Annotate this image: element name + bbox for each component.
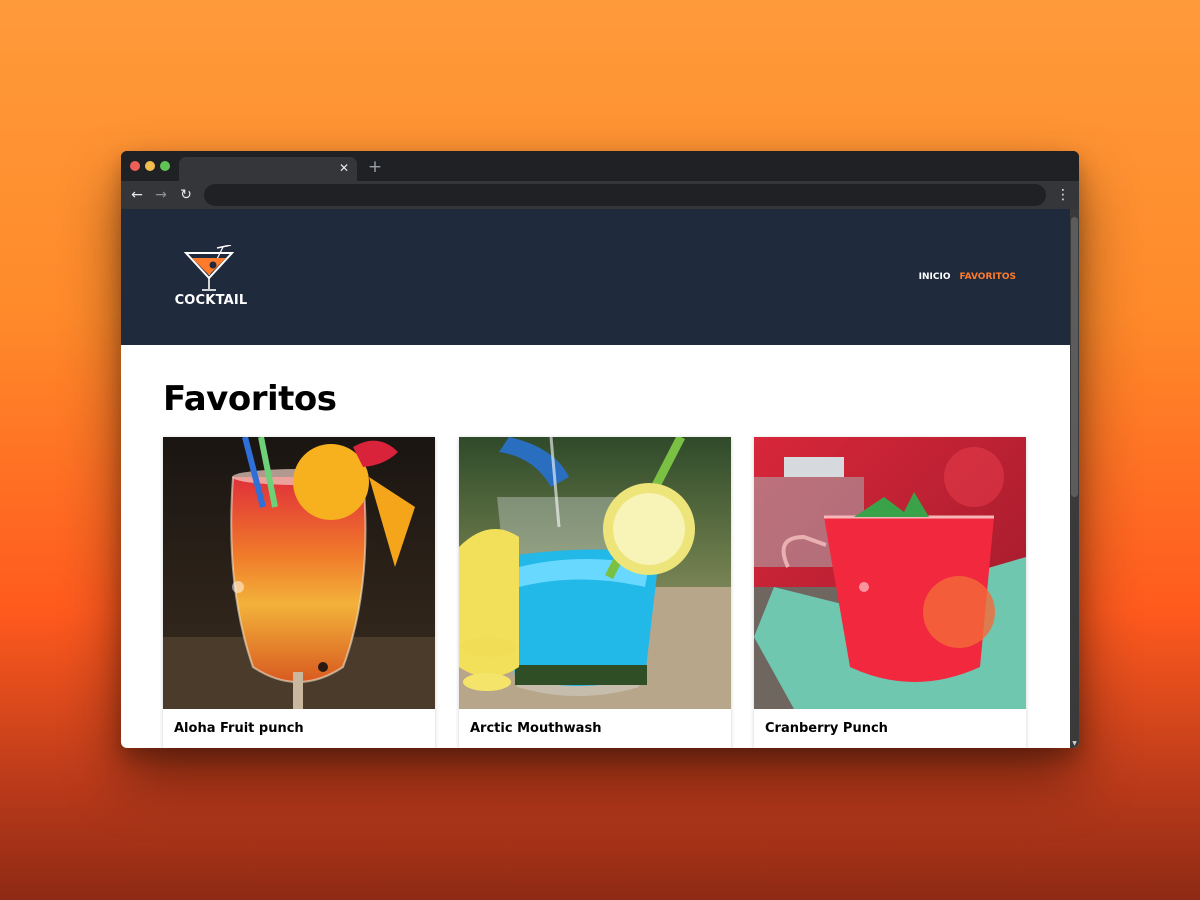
cocktail-card-title[interactable]: Cranberry Punch — [765, 721, 888, 736]
page-scrollbar[interactable]: ▼ — [1070, 209, 1079, 748]
nav-link-favoritos[interactable]: FAVORITOS — [960, 272, 1016, 282]
maximize-window-button[interactable] — [160, 161, 170, 171]
page-viewport: COCKTAIL INICIO FAVORITOS Favoritos Aloh… — [121, 209, 1079, 748]
reload-icon[interactable]: ↻ — [177, 186, 195, 204]
back-arrow-icon[interactable]: ← — [128, 186, 146, 204]
main-nav: INICIO FAVORITOS — [919, 272, 1016, 282]
address-bar[interactable] — [204, 184, 1046, 206]
martini-glass-icon — [183, 244, 235, 291]
favorites-grid: Aloha Fruit punch Arctic Mouthwash Cranb… — [163, 437, 1027, 748]
site-header: COCKTAIL INICIO FAVORITOS — [121, 209, 1070, 345]
forward-arrow-icon[interactable]: → — [152, 186, 170, 204]
browser-window: ✕ + ← → ↻ ⋮ COCKTAIL INICIO FAVORITOS Fa… — [121, 151, 1079, 748]
logo-text: COCKTAIL — [174, 293, 248, 308]
tab-close-icon[interactable]: ✕ — [337, 160, 351, 176]
cocktail-card-title[interactable]: Arctic Mouthwash — [470, 721, 601, 736]
browser-toolbar: ← → ↻ ⋮ — [121, 181, 1079, 209]
tropical-cocktail-photo[interactable] — [163, 437, 435, 709]
cocktail-card[interactable]: Cranberry Punch — [754, 437, 1026, 748]
browser-menu-icon[interactable]: ⋮ — [1055, 186, 1071, 204]
scrollbar-thumb[interactable] — [1071, 217, 1078, 497]
nav-link-inicio[interactable]: INICIO — [919, 272, 951, 282]
page-title: Favoritos — [163, 379, 337, 419]
minimize-window-button[interactable] — [145, 161, 155, 171]
site-logo[interactable]: COCKTAIL — [173, 244, 249, 311]
cocktail-card[interactable]: Aloha Fruit punch — [163, 437, 435, 748]
browser-tab[interactable]: ✕ — [179, 157, 357, 181]
tab-bar: ✕ + — [121, 151, 1079, 181]
red-punch-cocktail-photo[interactable] — [754, 437, 1026, 709]
new-tab-icon[interactable]: + — [367, 157, 383, 177]
cocktail-card[interactable]: Arctic Mouthwash — [459, 437, 731, 748]
scroll-down-arrow-icon[interactable]: ▼ — [1070, 740, 1079, 748]
blue-slush-cocktail-photo[interactable] — [459, 437, 731, 709]
cocktail-card-title[interactable]: Aloha Fruit punch — [174, 721, 304, 736]
close-window-button[interactable] — [130, 161, 140, 171]
